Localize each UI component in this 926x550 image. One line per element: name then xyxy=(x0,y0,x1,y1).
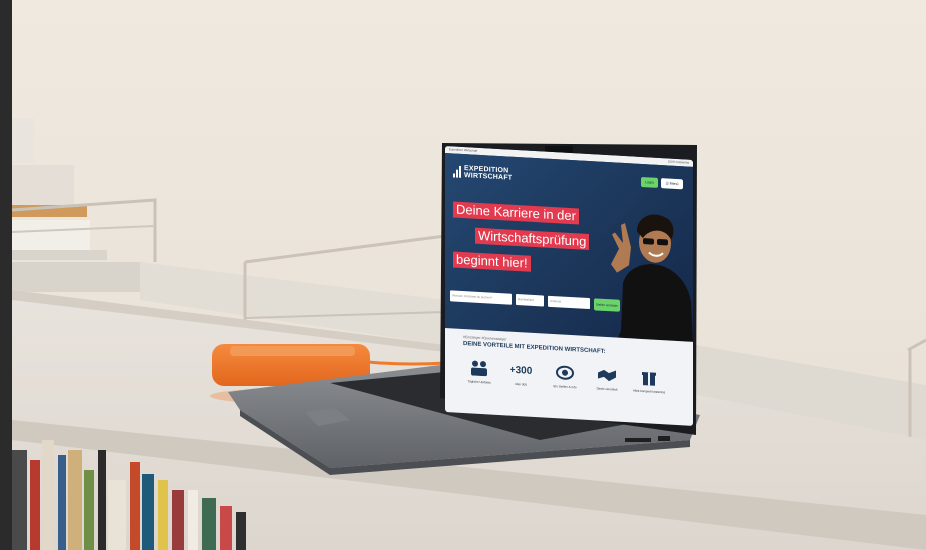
hero-person-image xyxy=(611,214,693,342)
hero-section: EXPEDITION WIRTSCHAFT Login ☰ Menü Deine… xyxy=(445,153,693,342)
logo-text-line2: WIRTSCHAFT xyxy=(464,172,513,182)
menu-button[interactable]: ☰ Menü xyxy=(661,178,683,190)
logo-bars-icon xyxy=(453,165,461,178)
handshake-icon xyxy=(587,364,627,386)
login-button[interactable]: Login xyxy=(641,176,658,188)
benefit-caption: Tägliche Updates xyxy=(467,379,491,385)
keyword-input[interactable]: Wonach möchtest du suchen? xyxy=(450,290,512,305)
benefit-item: Ein Stellen & Info xyxy=(545,362,585,390)
benefit-caption: Direkt vermittelt xyxy=(596,386,618,392)
radius-select[interactable]: Umkreis xyxy=(548,295,590,310)
benefits-title: DEINE VORTEILE MIT EXPEDITION WIRTSCHAFT… xyxy=(463,341,606,355)
hero-headline-line3: beginnt hier! xyxy=(453,251,531,272)
team-icon xyxy=(459,357,499,379)
gift-icon xyxy=(629,366,669,388)
browser-tab-title: Expedition Wirtschaft xyxy=(449,147,478,153)
benefit-item: +300 über 300 xyxy=(501,359,541,387)
search-button[interactable]: Stellen anzeigen xyxy=(594,298,620,312)
bookshelf xyxy=(12,432,272,550)
benefit-item: Tägliche Updates xyxy=(459,357,499,385)
region-select[interactable]: Bundesland xyxy=(516,293,544,307)
benefits-section: #Einsteiger #Quereinsteiger DEINE VORTEI… xyxy=(445,328,693,426)
hero-headline-line1: Deine Karriere in der xyxy=(453,201,579,225)
eye-icon xyxy=(545,362,585,384)
hero-headline-line2: Wirtschaftsprüfung xyxy=(475,227,590,251)
browser-status: 100% kostenlos xyxy=(667,159,689,165)
laptop-screen: Expedition Wirtschaft 100% kostenlos EXP… xyxy=(445,146,693,426)
benefit-caption: Ein Stellen & Info xyxy=(553,384,577,390)
count-icon: +300 xyxy=(509,364,533,377)
benefit-caption: Alles komplett kostenlos xyxy=(632,388,666,395)
benefit-item: Alles komplett kostenlos xyxy=(629,366,669,394)
benefit-item: Direkt vermittelt xyxy=(587,364,627,392)
photo-scene: Expedition Wirtschaft 100% kostenlos EXP… xyxy=(0,0,926,550)
benefit-caption: über 300 xyxy=(515,381,527,387)
